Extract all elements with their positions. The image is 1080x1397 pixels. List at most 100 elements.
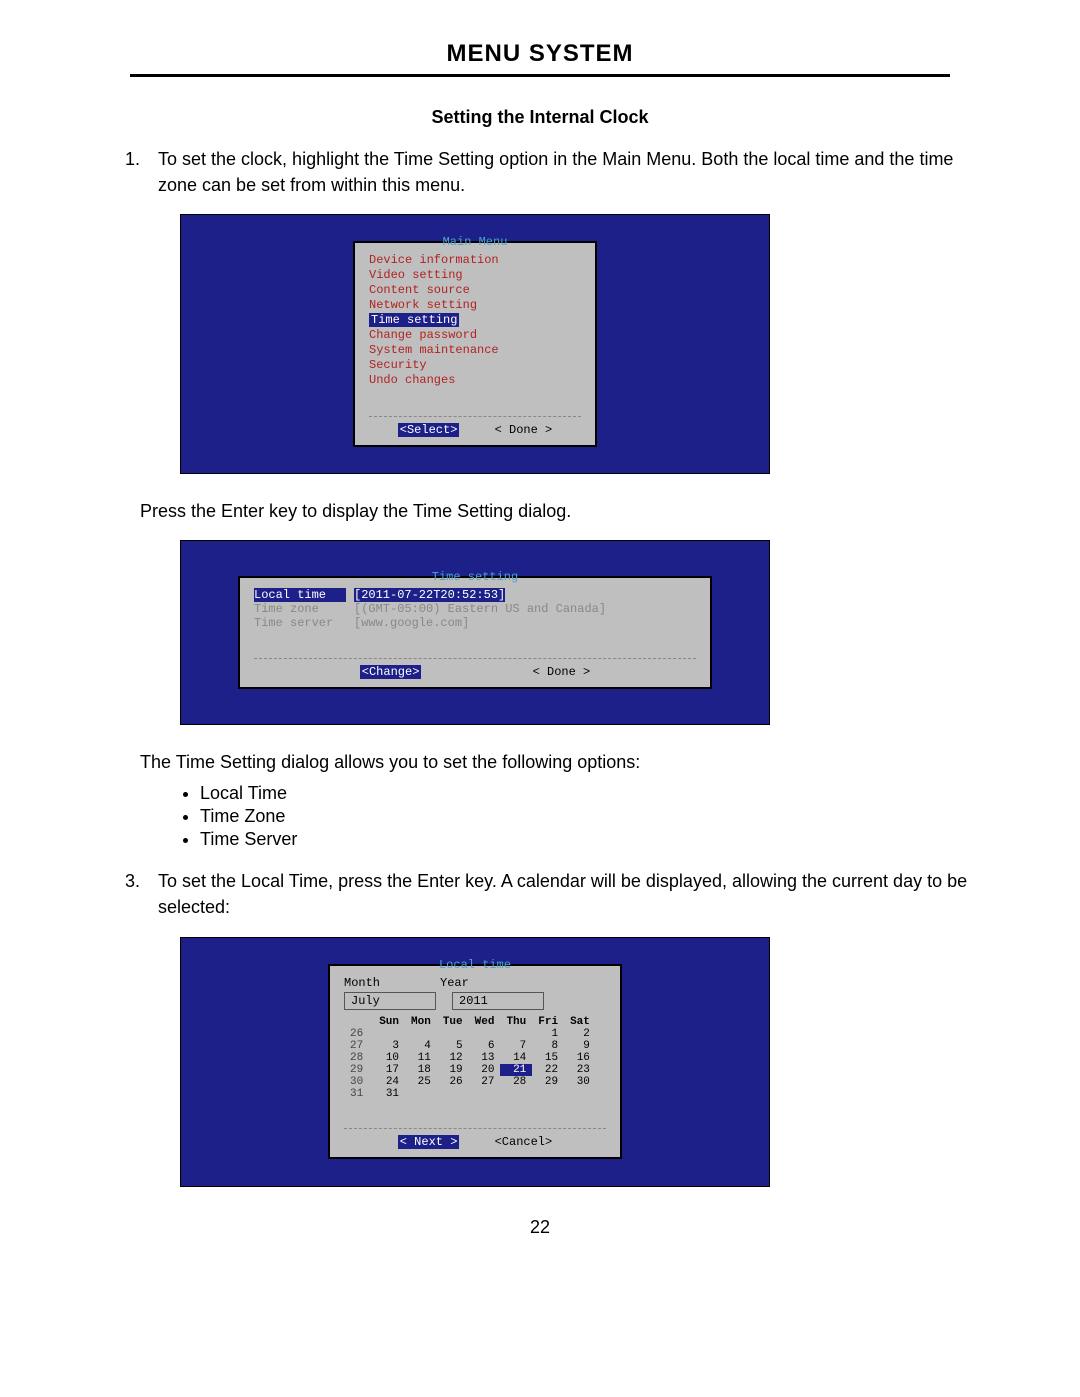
text-after-shot2: The Time Setting dialog allows you to se… — [140, 749, 980, 775]
calendar-day[interactable]: 8 — [532, 1040, 564, 1052]
screenshot-time-setting: Time setting Local time[2011-07-22T20:52… — [180, 540, 770, 725]
page-number: 22 — [100, 1217, 980, 1238]
calendar-dow: Fri — [532, 1016, 564, 1028]
calendar-day[interactable]: 20 — [469, 1064, 501, 1076]
calendar-day[interactable] — [532, 1088, 564, 1100]
step-1-text: To set the clock, highlight the Time Set… — [158, 146, 980, 198]
calendar-day[interactable]: 7 — [500, 1040, 532, 1052]
calendar-day[interactable]: 1 — [532, 1028, 564, 1040]
step-1-number: 1. — [100, 146, 158, 198]
calendar-day[interactable]: 6 — [469, 1040, 501, 1052]
calendar-dow: Thu — [500, 1016, 532, 1028]
main-menu-title: Main Menu — [355, 235, 595, 249]
calendar-week: 3131 — [344, 1088, 596, 1100]
calendar-day[interactable]: 19 — [437, 1064, 469, 1076]
option-item: Time Server — [200, 829, 980, 850]
calendar-week: 2612 — [344, 1028, 596, 1040]
done-button[interactable]: < Done > — [533, 665, 591, 679]
calendar-day[interactable]: 18 — [405, 1064, 437, 1076]
calendar-day[interactable]: 5 — [437, 1040, 469, 1052]
calendar-week: 3024252627282930 — [344, 1076, 596, 1088]
next-button[interactable]: < Next > — [398, 1135, 460, 1149]
year-label: Year — [440, 976, 469, 990]
calendar-day[interactable]: 16 — [564, 1052, 596, 1064]
calendar-day[interactable]: 9 — [564, 1040, 596, 1052]
screenshot-main-menu: Main Menu Device informationVideo settin… — [180, 214, 770, 474]
calendar-day[interactable] — [469, 1028, 501, 1040]
options-list: Local TimeTime ZoneTime Server — [200, 783, 980, 850]
time-setting-title: Time setting — [240, 570, 710, 584]
calendar-table: SunMonTueWedThuFriSat 261227345678928101… — [344, 1016, 596, 1100]
calendar-day[interactable]: 30 — [564, 1076, 596, 1088]
calendar-week: 2917181920212223 — [344, 1064, 596, 1076]
month-label: Month — [344, 976, 380, 990]
time-setting-row[interactable]: Local time[2011-07-22T20:52:53] — [254, 588, 696, 602]
main-menu-item[interactable]: Network setting — [369, 298, 581, 313]
main-menu-item[interactable]: System maintenance — [369, 343, 581, 358]
calendar-dow: Mon — [405, 1016, 437, 1028]
calendar-day[interactable]: 14 — [500, 1052, 532, 1064]
calendar-day[interactable]: 4 — [405, 1040, 437, 1052]
calendar-day[interactable]: 2 — [564, 1028, 596, 1040]
step-3-number: 3. — [100, 868, 158, 920]
calendar-day[interactable] — [405, 1028, 437, 1040]
calendar-day[interactable]: 15 — [532, 1052, 564, 1064]
calendar-dow: Wed — [469, 1016, 501, 1028]
calendar-day[interactable] — [564, 1088, 596, 1100]
calendar-day[interactable]: 24 — [373, 1076, 405, 1088]
calendar-day[interactable]: 23 — [564, 1064, 596, 1076]
step-1: 1. To set the clock, highlight the Time … — [100, 146, 980, 198]
calendar-day[interactable]: 26 — [437, 1076, 469, 1088]
done-button[interactable]: < Done > — [495, 423, 553, 437]
calendar-day[interactable] — [500, 1028, 532, 1040]
main-menu-item[interactable]: Device information — [369, 253, 581, 268]
time-setting-row[interactable]: Time zone[(GMT-05:00) Eastern US and Can… — [254, 602, 696, 616]
calendar-day[interactable] — [437, 1028, 469, 1040]
month-input[interactable]: July — [344, 992, 436, 1010]
main-menu-item[interactable]: Time setting — [369, 313, 581, 328]
calendar-day[interactable] — [500, 1088, 532, 1100]
calendar-day[interactable]: 28 — [500, 1076, 532, 1088]
cancel-button[interactable]: <Cancel> — [495, 1135, 553, 1149]
calendar-day[interactable]: 13 — [469, 1052, 501, 1064]
calendar-day[interactable]: 3 — [373, 1040, 405, 1052]
year-input[interactable]: 2011 — [452, 992, 544, 1010]
screenshot-local-time: Local time Month Year July 2011 SunMonTu… — [180, 937, 770, 1187]
step-3-text: To set the Local Time, press the Enter k… — [158, 868, 980, 920]
calendar-day[interactable] — [437, 1088, 469, 1100]
calendar-day[interactable]: 31 — [373, 1088, 405, 1100]
main-menu-item[interactable]: Security — [369, 358, 581, 373]
calendar-day[interactable] — [405, 1088, 437, 1100]
calendar-day[interactable]: 22 — [532, 1064, 564, 1076]
calendar-day[interactable]: 10 — [373, 1052, 405, 1064]
calendar-day[interactable]: 11 — [405, 1052, 437, 1064]
main-menu-item[interactable]: Video setting — [369, 268, 581, 283]
calendar-dow: Sun — [373, 1016, 405, 1028]
calendar-day[interactable]: 29 — [532, 1076, 564, 1088]
calendar-day[interactable]: 27 — [469, 1076, 501, 1088]
change-button[interactable]: <Change> — [360, 665, 422, 679]
calendar-dow: Tue — [437, 1016, 469, 1028]
main-menu-item[interactable]: Undo changes — [369, 373, 581, 388]
calendar-day[interactable]: 25 — [405, 1076, 437, 1088]
calendar-dow: Sat — [564, 1016, 596, 1028]
calendar-day[interactable]: 21 — [500, 1064, 532, 1076]
calendar-day[interactable] — [469, 1088, 501, 1100]
local-time-title: Local time — [330, 958, 620, 972]
option-item: Time Zone — [200, 806, 980, 827]
step-3: 3. To set the Local Time, press the Ente… — [100, 868, 980, 920]
calendar-day[interactable] — [373, 1028, 405, 1040]
text-after-shot1: Press the Enter key to display the Time … — [140, 498, 980, 524]
main-menu-item[interactable]: Content source — [369, 283, 581, 298]
calendar-day[interactable]: 17 — [373, 1064, 405, 1076]
main-menu-list: Device informationVideo settingContent s… — [369, 253, 581, 388]
option-item: Local Time — [200, 783, 980, 804]
time-setting-row[interactable]: Time server[www.google.com] — [254, 616, 696, 630]
select-button[interactable]: <Select> — [398, 423, 460, 437]
page-header: MENU SYSTEM — [130, 40, 950, 77]
calendar-week: 273456789 — [344, 1040, 596, 1052]
section-title: Setting the Internal Clock — [100, 107, 980, 128]
calendar-day[interactable]: 12 — [437, 1052, 469, 1064]
time-setting-rows: Local time[2011-07-22T20:52:53]Time zone… — [254, 588, 696, 630]
main-menu-item[interactable]: Change password — [369, 328, 581, 343]
